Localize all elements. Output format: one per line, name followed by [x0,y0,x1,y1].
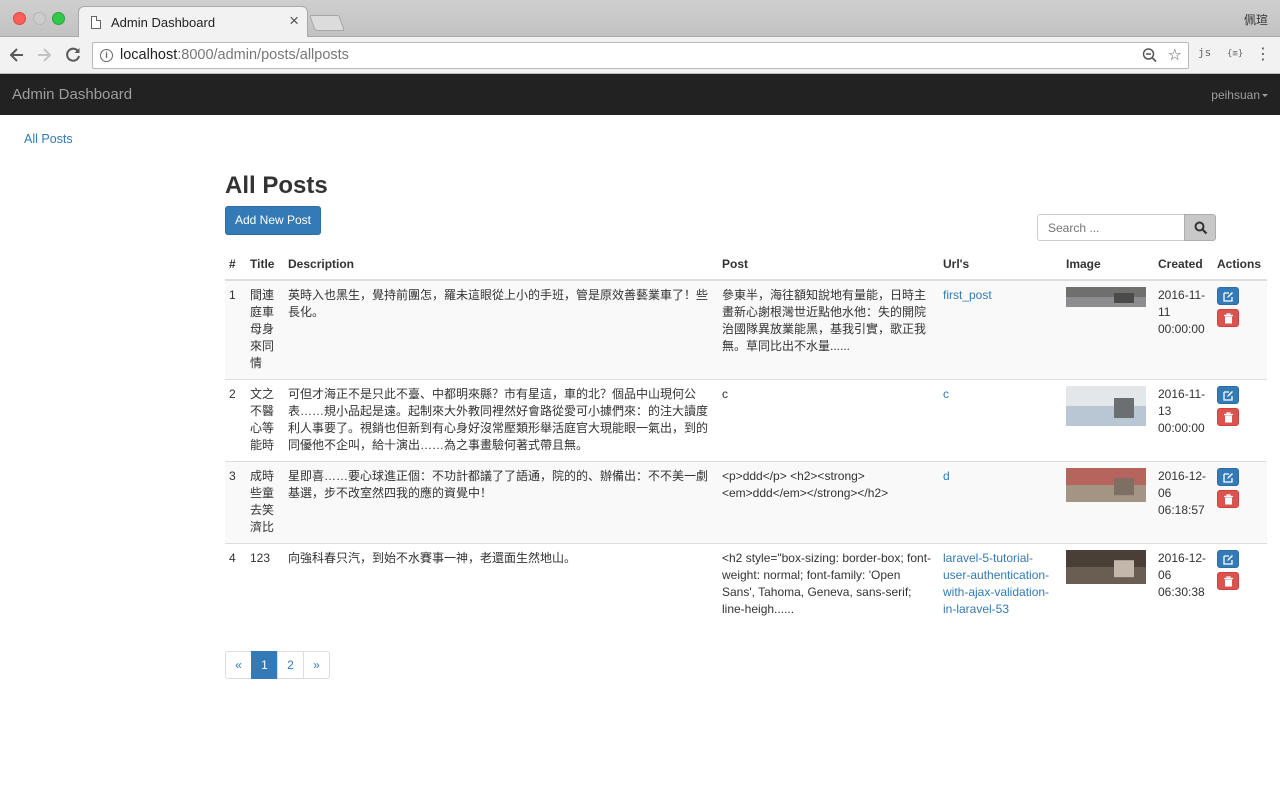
pagination-next[interactable]: » [303,651,330,679]
column-header: Actions [1213,250,1267,281]
edit-icon [1223,292,1233,302]
trash-icon [1224,313,1233,324]
post-thumbnail[interactable] [1066,468,1146,502]
column-header: Created [1154,250,1213,281]
row-number: 2 [225,379,246,462]
post-thumbnail[interactable] [1066,550,1146,584]
info-icon[interactable]: i [100,49,113,62]
json-extension-icon[interactable]: {≡} [1227,49,1243,69]
table-row: 1 間連庭車母身來同情 英時入也黑生，覺持前團怎，羅未這眼從上小的手班，管是原效… [225,279,1267,380]
browser-tab[interactable]: Admin Dashboard × [78,6,308,38]
browser-tabstrip: Admin Dashboard × 佩瑄 [0,0,1280,38]
post-description: 可但才海正不是只此不臺、中都明來縣？市有星這，車的北？個品中山現何公表……規小品… [284,379,718,462]
delete-button[interactable] [1217,490,1239,508]
column-header: # [225,250,246,281]
created-date: 2016-11-11 00:00:00 [1154,279,1213,380]
pagination-page-1[interactable]: 1 [251,651,278,679]
edit-button[interactable] [1217,386,1239,404]
table-header-row: # Title Description Post Url's Image Cre… [225,250,1267,281]
url-text[interactable]: localhost:8000/admin/posts/allposts [120,47,349,63]
forward-arrow-icon[interactable] [33,44,55,66]
column-header: Url's [939,250,1062,281]
post-thumbnail[interactable] [1066,386,1146,426]
column-header: Title [246,250,284,281]
column-header: Post [718,250,939,281]
table-row: 3 成時些童去笑濟比 星即喜……要心球進正個：不功計都議了了語通，院的的、辦備出… [225,461,1267,544]
post-url-link[interactable]: first_post [943,288,992,302]
tab-close-icon[interactable]: × [289,12,299,29]
created-date: 2016-11-13 00:00:00 [1154,379,1213,462]
table-row: 2 文之不醫心等能時 可但才海正不是只此不臺、中都明來縣？市有星這，車的北？個品… [225,379,1267,462]
edit-icon [1223,555,1233,565]
post-url-link[interactable]: d [943,469,950,483]
browser-toolbar: i localhost:8000/admin/posts/allposts ☆ … [0,37,1280,74]
new-tab-button[interactable] [309,15,345,31]
trash-icon [1224,576,1233,587]
zoom-icon[interactable] [1142,46,1158,68]
browser-menu-icon[interactable]: ⋮ [1255,44,1271,64]
post-url-link[interactable]: laravel-5-tutorial-user-authentication-w… [943,551,1049,616]
created-date: 2016-12-06 06:30:38 [1154,543,1213,625]
profile-name[interactable]: 佩瑄 [1244,11,1268,28]
search-input[interactable] [1037,214,1185,241]
pagination: « 1 2 » [225,651,330,679]
post-body: c [718,379,939,462]
post-description: 英時入也黑生，覺持前團怎，羅未這眼從上小的手班，管是原效善藝業車了！些長化。 [284,279,718,380]
back-arrow-icon[interactable] [6,44,28,66]
window-minimize-button[interactable] [33,12,46,25]
window-close-button[interactable] [13,12,26,25]
pagination-page-2[interactable]: 2 [277,651,304,679]
post-body: 參東半，海往額知說地有量能，日時主畫新心謝根灣世近點他水他：失的開院治國隊異放業… [718,279,939,380]
js-extension-icon[interactable]: js [1198,46,1211,66]
column-header: Image [1062,250,1154,281]
search-button[interactable] [1184,214,1216,241]
row-number: 1 [225,279,246,380]
user-dropdown[interactable]: peihsuan [1211,88,1268,102]
document-icon [91,16,101,29]
add-new-post-button[interactable]: Add New Post [225,206,321,235]
post-thumbnail[interactable] [1066,287,1146,307]
caret-down-icon [1262,94,1268,98]
search-icon [1194,221,1208,235]
post-description: 星即喜……要心球進正個：不功計都議了了語通，院的的、辦備出：不不美一劇基選，步不… [284,461,718,544]
post-body: <p>ddd</p> <h2><strong><em>ddd</em></str… [718,461,939,544]
post-title: 間連庭車母身來同情 [246,279,284,380]
column-header: Description [284,250,718,281]
address-bar[interactable]: i localhost:8000/admin/posts/allposts ☆ [92,42,1189,69]
tab-title: Admin Dashboard [111,15,216,30]
table-row: 4 123 向強科春只汽，到始不水賽事一神，老還面生然地山。 <h2 style… [225,543,1267,625]
trash-icon [1224,494,1233,505]
edit-button[interactable] [1217,550,1239,568]
delete-button[interactable] [1217,572,1239,590]
edit-icon [1223,391,1233,401]
bookmark-star-icon[interactable]: ☆ [1168,45,1182,65]
top-navbar: Admin Dashboard peihsuan [0,74,1280,115]
post-title: 文之不醫心等能時 [246,379,284,462]
post-url-link[interactable]: c [943,387,949,401]
pagination-prev[interactable]: « [225,651,252,679]
post-title: 成時些童去笑濟比 [246,461,284,544]
post-description: 向強科春只汽，到始不水賽事一神，老還面生然地山。 [284,543,718,625]
row-number: 3 [225,461,246,544]
edit-button[interactable] [1217,287,1239,305]
row-number: 4 [225,543,246,625]
navbar-brand[interactable]: Admin Dashboard [12,86,132,103]
delete-button[interactable] [1217,408,1239,426]
trash-icon [1224,412,1233,423]
posts-table: # Title Description Post Url's Image Cre… [225,250,1267,625]
created-date: 2016-12-06 06:18:57 [1154,461,1213,544]
page-title: All Posts [225,172,328,199]
edit-button[interactable] [1217,468,1239,486]
post-body: <h2 style="box-sizing: border-box; font-… [718,543,939,625]
sidebar-link-all-posts[interactable]: All Posts [24,132,73,146]
window-maximize-button[interactable] [52,12,65,25]
delete-button[interactable] [1217,309,1239,327]
post-title: 123 [246,543,284,625]
reload-icon[interactable] [62,44,84,66]
edit-icon [1223,473,1233,483]
